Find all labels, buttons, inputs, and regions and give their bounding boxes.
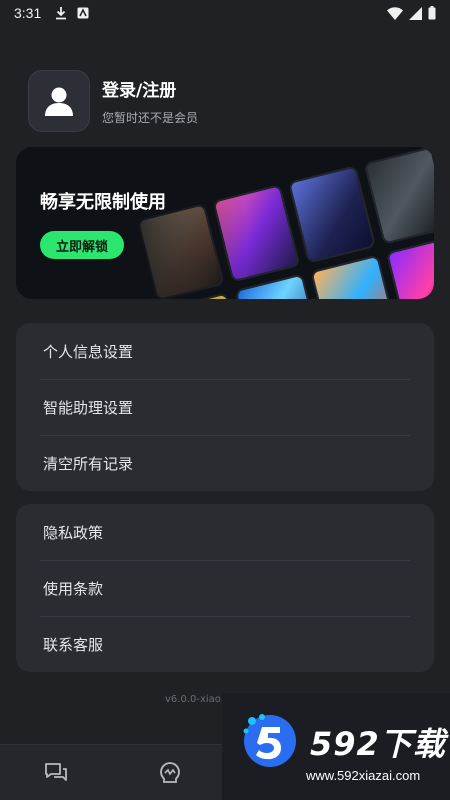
chat-icon[interactable] xyxy=(42,759,70,787)
avatar[interactable] xyxy=(28,70,90,132)
signal-icon xyxy=(409,6,422,20)
menu-item-clear-records[interactable]: 清空所有记录 xyxy=(16,435,434,491)
wifi-icon xyxy=(387,6,403,20)
download-icon xyxy=(56,7,67,20)
banner-tile xyxy=(363,147,434,245)
banner-tile xyxy=(385,235,434,299)
menu-item-assistant-settings[interactable]: 智能助理设置 xyxy=(16,379,434,435)
brain-icon[interactable] xyxy=(156,759,184,787)
app-notification-icon xyxy=(77,7,89,19)
version-label: v6.0.0-xiao xyxy=(165,694,221,705)
banner-tile xyxy=(310,254,399,299)
login-register-title[interactable]: 登录/注册 xyxy=(102,76,198,101)
status-bar: 3:31 xyxy=(0,0,450,26)
status-time: 3:31 xyxy=(14,5,42,21)
battery-icon xyxy=(428,6,436,20)
settings-menu-card: 个人信息设置 智能助理设置 清空所有记录 xyxy=(16,323,434,491)
user-icon xyxy=(45,87,73,116)
watermark: 592下载 www.592xiazai.com xyxy=(222,693,450,800)
watermark-url: www.592xiazai.com xyxy=(306,768,421,783)
legal-menu-card: 隐私政策 使用条款 联系客服 xyxy=(16,504,434,672)
menu-item-privacy-policy[interactable]: 隐私政策 xyxy=(16,504,434,560)
watermark-title: 592下载 xyxy=(310,725,446,763)
banner-title: 畅享无限制使用 xyxy=(40,192,166,213)
profile-section[interactable]: 登录/注册 您暂时还不是会员 xyxy=(28,70,198,132)
menu-item-personal-info[interactable]: 个人信息设置 xyxy=(16,323,434,379)
menu-item-contact-support[interactable]: 联系客服 xyxy=(16,616,434,672)
vip-banner[interactable]: 畅享无限制使用 立即解锁 xyxy=(16,147,434,299)
unlock-button[interactable]: 立即解锁 xyxy=(40,231,125,259)
watermark-logo xyxy=(243,714,296,767)
banner-tile xyxy=(287,165,377,264)
membership-status: 您暂时还不是会员 xyxy=(102,111,199,125)
menu-item-terms-of-use[interactable]: 使用条款 xyxy=(16,560,434,616)
